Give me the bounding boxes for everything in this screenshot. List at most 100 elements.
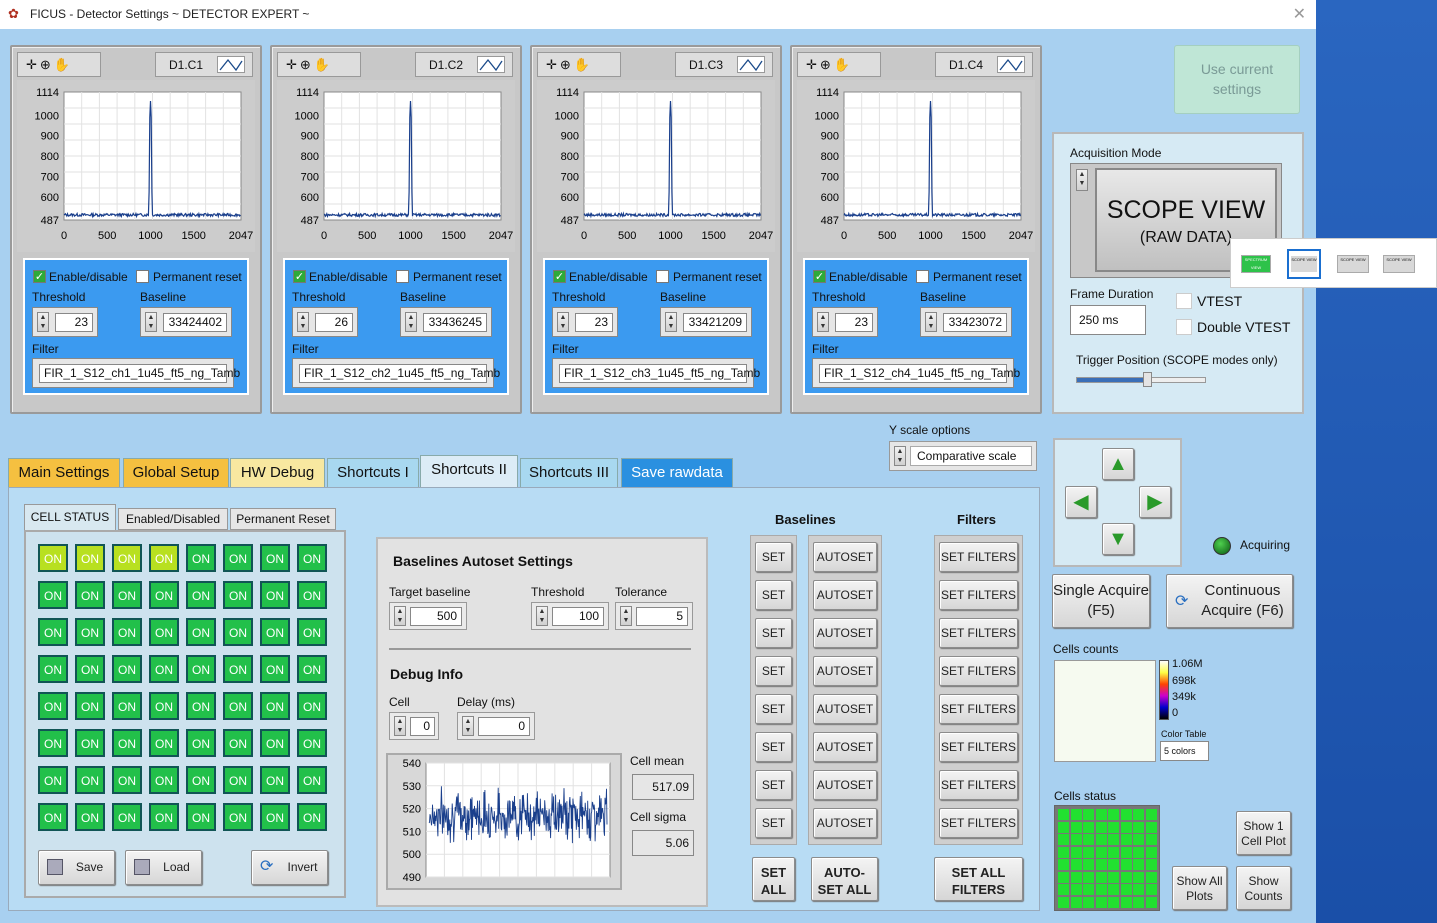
set-baseline-button[interactable]: SET: [755, 808, 792, 838]
set-filters-button[interactable]: SET FILTERS: [939, 694, 1018, 724]
threshold-value[interactable]: 23: [575, 313, 613, 332]
threshold-value[interactable]: 23: [835, 313, 873, 332]
zoom-icon[interactable]: ⊕: [820, 57, 834, 72]
arrow-left-button[interactable]: ◀: [1065, 486, 1097, 518]
cell-toggle-button[interactable]: ON: [112, 729, 142, 757]
autoset-threshold-value[interactable]: 100: [552, 607, 604, 626]
autoset-threshold-control[interactable]: ▲ ▼ 100: [531, 602, 609, 630]
cell-toggle-button[interactable]: ON: [112, 655, 142, 683]
arrow-up-button[interactable]: ▲: [1102, 448, 1134, 480]
baseline-control[interactable]: ▲ ▼ 33421209: [660, 307, 752, 337]
autoset-button[interactable]: AUTOSET: [813, 580, 877, 610]
autoset-button[interactable]: AUTOSET: [813, 770, 877, 800]
enable-checkbox[interactable]: ✓: [293, 270, 306, 283]
cell-toggle-button[interactable]: ON: [223, 729, 253, 757]
color-table-field[interactable]: 5 colors: [1160, 741, 1209, 761]
tab-shortcuts-i[interactable]: Shortcuts I: [327, 458, 419, 487]
cell-toggle-button[interactable]: ON: [112, 581, 142, 609]
debug-delay-value[interactable]: 0: [478, 717, 530, 736]
close-icon[interactable]: ✕: [1293, 4, 1306, 24]
zoom-icon[interactable]: ⊕: [300, 57, 314, 72]
tolerance-value[interactable]: 5: [636, 607, 688, 626]
spin-icon[interactable]: ▲ ▼: [145, 312, 157, 332]
vtest-checkbox[interactable]: [1176, 293, 1192, 309]
spin-icon[interactable]: ▲ ▼: [405, 312, 417, 332]
target-baseline-control[interactable]: ▲ ▼ 500: [389, 602, 467, 630]
pan-hand-icon[interactable]: ✋: [314, 57, 333, 72]
enable-checkbox[interactable]: ✓: [33, 270, 46, 283]
cell-toggle-button[interactable]: ON: [38, 766, 68, 794]
subtab-enabled-disabled[interactable]: Enabled/Disabled: [118, 508, 228, 530]
pan-hand-icon[interactable]: ✋: [574, 57, 593, 72]
save-button[interactable]: Save: [38, 850, 115, 885]
cell-toggle-button[interactable]: ON: [223, 655, 253, 683]
double-vtest-checkbox[interactable]: [1176, 319, 1192, 335]
enable-checkbox[interactable]: ✓: [553, 270, 566, 283]
threshold-control[interactable]: ▲ ▼ 23: [812, 307, 878, 337]
cell-toggle-button[interactable]: ON: [223, 618, 253, 646]
set-baseline-button[interactable]: SET: [755, 618, 792, 648]
cell-toggle-button[interactable]: ON: [75, 544, 105, 572]
arrow-down-button[interactable]: ▼: [1102, 523, 1134, 555]
y-scale-selector[interactable]: ▲ ▼ Comparative scale: [889, 441, 1037, 471]
spin-icon[interactable]: ▲ ▼: [925, 312, 937, 332]
cell-toggle-button[interactable]: ON: [38, 544, 68, 572]
pan-hand-icon[interactable]: ✋: [54, 57, 73, 72]
cell-toggle-button[interactable]: ON: [75, 618, 105, 646]
crosshair-icon[interactable]: ✛: [806, 57, 820, 72]
cell-toggle-button[interactable]: ON: [223, 766, 253, 794]
filter-control[interactable]: FIR_1_S12_ch1_1u45_ft5_ng_Tamb: [32, 358, 240, 388]
crosshair-icon[interactable]: ✛: [546, 57, 560, 72]
cell-toggle-button[interactable]: ON: [260, 692, 290, 720]
crosshair-icon[interactable]: ✛: [26, 57, 40, 72]
filter-control[interactable]: FIR_1_S12_ch4_1u45_ft5_ng_Tamb: [812, 358, 1020, 388]
trigger-slider-track[interactable]: [1076, 372, 1206, 387]
cell-toggle-button[interactable]: ON: [149, 766, 179, 794]
baseline-value[interactable]: 33423072: [943, 313, 1007, 332]
cell-toggle-button[interactable]: ON: [186, 803, 216, 831]
cell-toggle-button[interactable]: ON: [75, 766, 105, 794]
cell-toggle-button[interactable]: ON: [297, 729, 327, 757]
filter-value[interactable]: FIR_1_S12_ch1_1u45_ft5_ng_Tamb: [39, 364, 240, 383]
cell-toggle-button[interactable]: ON: [38, 581, 68, 609]
continuous-acquire-button[interactable]: ⟳ Continuous Acquire (F6): [1166, 574, 1293, 628]
threshold-value[interactable]: 23: [55, 313, 93, 332]
set-baseline-button[interactable]: SET: [755, 580, 792, 610]
permanent-reset-checkbox[interactable]: [136, 270, 149, 283]
set-filters-button[interactable]: SET FILTERS: [939, 656, 1018, 686]
cell-toggle-button[interactable]: ON: [260, 766, 290, 794]
cell-toggle-button[interactable]: ON: [75, 729, 105, 757]
cell-toggle-button[interactable]: ON: [260, 729, 290, 757]
cell-toggle-button[interactable]: ON: [297, 766, 327, 794]
threshold-control[interactable]: ▲ ▼ 23: [32, 307, 98, 337]
cell-toggle-button[interactable]: ON: [149, 692, 179, 720]
show-cell-plot-button[interactable]: Show 1 Cell Plot: [1236, 811, 1291, 855]
cell-toggle-button[interactable]: ON: [149, 729, 179, 757]
spin-icon[interactable]: ▲ ▼: [394, 606, 406, 626]
cell-toggle-button[interactable]: ON: [149, 803, 179, 831]
cell-toggle-button[interactable]: ON: [38, 729, 68, 757]
thumb-scope-view-3[interactable]: SCOPE VIEW: [1383, 255, 1415, 273]
tab-shortcuts-ii[interactable]: Shortcuts II: [420, 455, 518, 488]
line-style-icon[interactable]: [737, 56, 765, 73]
mode-spin-icon[interactable]: ▲ ▼: [1076, 169, 1088, 191]
show-all-plots-button[interactable]: Show All Plots: [1172, 866, 1227, 910]
cell-toggle-button[interactable]: ON: [186, 581, 216, 609]
tab-save-rawdata[interactable]: Save rawdata: [621, 458, 733, 487]
cell-toggle-button[interactable]: ON: [223, 803, 253, 831]
spin-icon[interactable]: ▲ ▼: [37, 312, 49, 332]
autoset-all-button[interactable]: AUTO-SET ALL: [811, 857, 878, 901]
baseline-value[interactable]: 33424402: [163, 313, 227, 332]
autoset-button[interactable]: AUTOSET: [813, 656, 877, 686]
spin-icon[interactable]: ▲ ▼: [620, 606, 632, 626]
cell-toggle-button[interactable]: ON: [38, 692, 68, 720]
show-counts-button[interactable]: Show Counts: [1236, 866, 1291, 910]
thumb-spectrum-view[interactable]: SPECTRUM VIEW: [1241, 255, 1271, 273]
spin-icon[interactable]: ▲ ▼: [536, 606, 548, 626]
tab-global-setup[interactable]: Global Setup: [123, 458, 229, 487]
cell-toggle-button[interactable]: ON: [186, 729, 216, 757]
cell-toggle-button[interactable]: ON: [297, 618, 327, 646]
permanent-reset-checkbox[interactable]: [656, 270, 669, 283]
spin-icon[interactable]: ▲ ▼: [665, 312, 677, 332]
set-filters-button[interactable]: SET FILTERS: [939, 808, 1018, 838]
